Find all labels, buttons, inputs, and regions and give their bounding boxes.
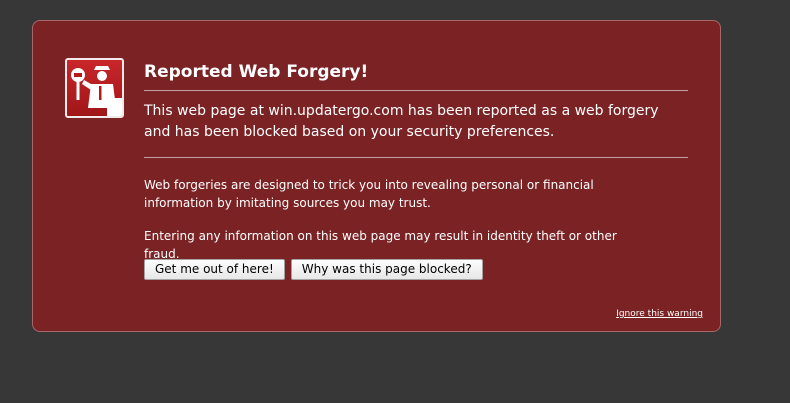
warning-lead-text: This web page at win.updatergo.com has b… [144,101,688,158]
forgery-police-icon [65,58,124,118]
warning-explanation: Web forgeries are designed to trick you … [144,178,594,210]
ignore-warning-link[interactable]: Ignore this warning [616,308,703,320]
why-blocked-button[interactable]: Why was this page blocked? [290,259,483,280]
forgery-warning-panel: Reported Web Forgery! This web page at w… [32,20,721,332]
get-me-out-button[interactable]: Get me out of here! [144,259,285,280]
warning-risk-text: Entering any information on this web pag… [144,229,617,261]
warning-actions: Get me out of here! Why was this page bl… [144,259,483,280]
warning-title: Reported Web Forgery! [144,61,688,91]
